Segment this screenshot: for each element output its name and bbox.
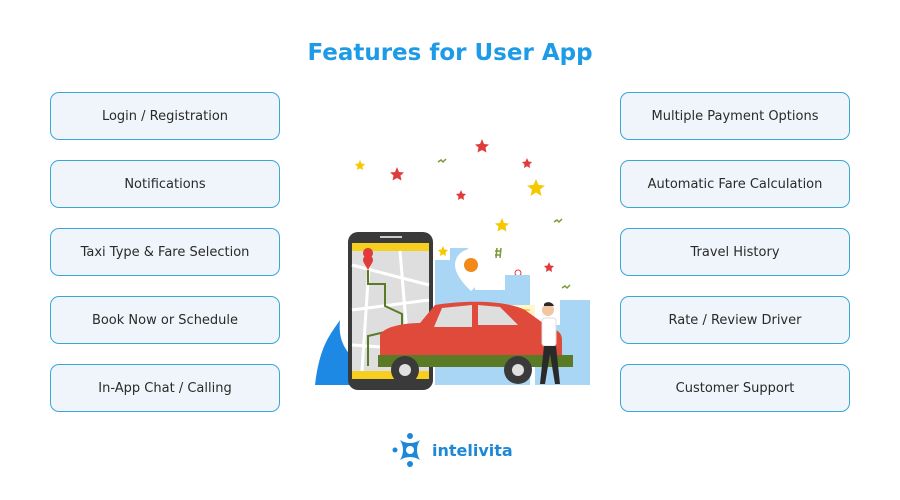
- taxi-booking-illustration: [315, 139, 590, 390]
- brand-name: intelivita: [432, 440, 513, 460]
- feature-in-app-chat-calling[interactable]: In-App Chat / Calling: [50, 364, 280, 412]
- intelivita-logo-icon: [392, 433, 420, 467]
- feature-login-registration[interactable]: Login / Registration: [50, 92, 280, 140]
- feature-book-now-schedule[interactable]: Book Now or Schedule: [50, 296, 280, 344]
- feature-multiple-payment-options[interactable]: Multiple Payment Options: [620, 92, 850, 140]
- right-feature-list: Multiple Payment Options Automatic Fare …: [620, 92, 850, 432]
- left-feature-list: Login / Registration Notifications Taxi …: [50, 92, 280, 432]
- feature-automatic-fare-calculation[interactable]: Automatic Fare Calculation: [620, 160, 850, 208]
- feature-taxi-type-fare-selection[interactable]: Taxi Type & Fare Selection: [50, 228, 280, 276]
- page-title: Features for User App: [307, 40, 593, 66]
- feature-travel-history[interactable]: Travel History: [620, 228, 850, 276]
- brand-logo: intelivita: [392, 432, 513, 468]
- feature-notifications[interactable]: Notifications: [50, 160, 280, 208]
- feature-customer-support[interactable]: Customer Support: [620, 364, 850, 412]
- feature-rate-review-driver[interactable]: Rate / Review Driver: [620, 296, 850, 344]
